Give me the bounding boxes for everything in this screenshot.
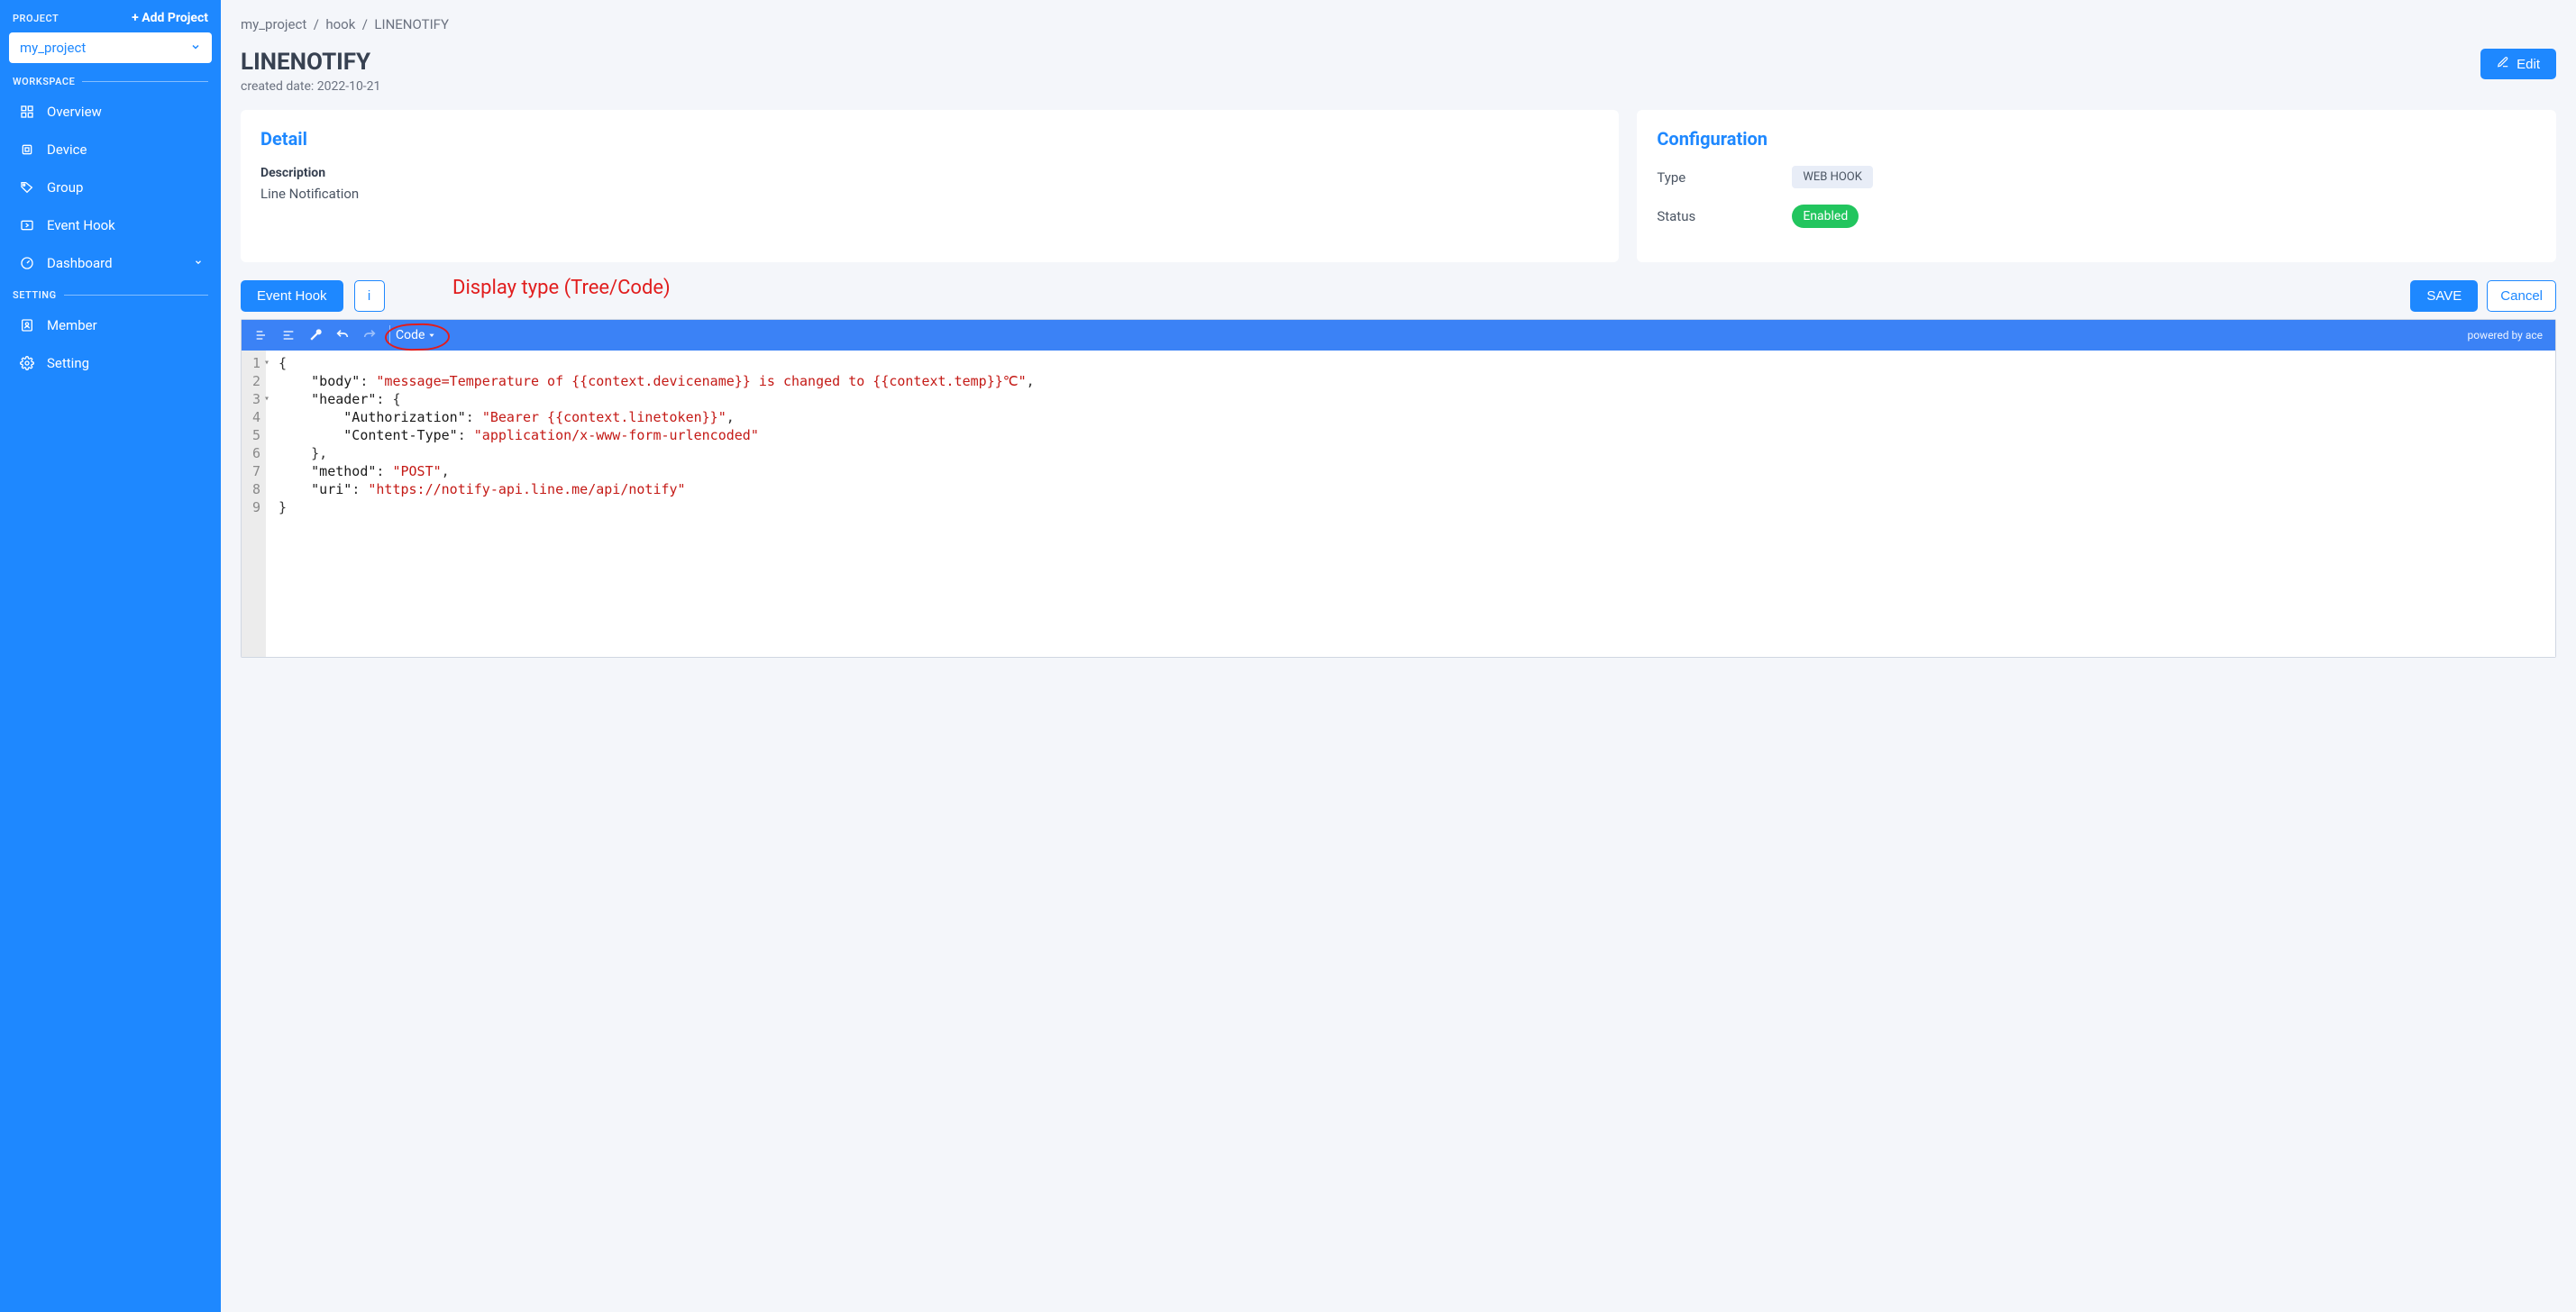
detail-card: Detail Description Line Notification <box>241 110 1619 262</box>
sidebar-item-label: Setting <box>47 355 89 371</box>
type-badge: WEB HOOK <box>1792 166 1873 188</box>
sidebar-item-member[interactable]: Member <box>9 306 212 344</box>
sidebar-item-label: Event Hook <box>47 217 115 233</box>
description-label: Description <box>260 166 1599 180</box>
collapse-all-icon[interactable] <box>281 328 296 342</box>
caret-down-icon <box>428 328 435 342</box>
expand-all-icon[interactable] <box>254 328 269 342</box>
edit-button[interactable]: Edit <box>2480 49 2556 79</box>
event-hook-button[interactable]: Event Hook <box>241 280 343 312</box>
gear-icon <box>18 356 36 370</box>
detail-title: Detail <box>260 128 1599 150</box>
user-icon <box>18 318 36 333</box>
chevron-down-icon <box>190 40 201 56</box>
editor-toolbar: Code powered by ace <box>242 320 2555 351</box>
sidebar-item-setting[interactable]: Setting <box>9 344 212 382</box>
config-title: Configuration <box>1657 128 2536 150</box>
sidebar-item-group[interactable]: Group <box>9 169 212 206</box>
sidebar-item-label: Overview <box>47 104 102 120</box>
powered-by-label: powered by ace <box>2467 329 2543 342</box>
breadcrumb-sep: / <box>359 16 374 32</box>
description-text: Line Notification <box>260 186 1599 202</box>
tag-icon <box>18 180 36 195</box>
project-select[interactable]: my_project <box>9 32 212 63</box>
add-project-button[interactable]: + Add Project <box>132 11 208 25</box>
chip-icon <box>18 142 36 157</box>
sidebar-item-label: Dashboard <box>47 255 113 271</box>
sidebar-item-label: Member <box>47 317 97 333</box>
info-button[interactable]: i <box>354 280 385 312</box>
created-date: created date: 2022-10-21 <box>241 79 380 94</box>
config-status-label: Status <box>1657 208 1792 224</box>
save-button[interactable]: SAVE <box>2410 280 2478 312</box>
sidebar-item-event-hook[interactable]: Event Hook <box>9 206 212 244</box>
status-badge: Enabled <box>1792 205 1859 228</box>
code-area[interactable]: 1▾ 2 3▾ 4 5 6 7 8 9 { "body": "message=T… <box>242 351 2555 657</box>
wrench-icon[interactable] <box>308 328 323 342</box>
code-editor: Code powered by ace 1▾ 2 3▾ 4 5 6 7 <box>241 319 2556 658</box>
redo-icon[interactable] <box>362 328 377 342</box>
sidebar-item-dashboard[interactable]: Dashboard <box>9 244 212 282</box>
code-lines[interactable]: { "body": "message=Temperature of {{cont… <box>266 351 1042 657</box>
hook-icon <box>18 218 36 232</box>
undo-icon[interactable] <box>335 328 350 342</box>
breadcrumb-item[interactable]: hook <box>325 16 355 32</box>
breadcrumb-sep: / <box>310 16 325 32</box>
breadcrumb: my_project / hook / LINENOTIFY <box>241 16 2556 32</box>
display-mode-select[interactable]: Code <box>396 328 435 342</box>
config-type-label: Type <box>1657 169 1792 186</box>
main-content: my_project / hook / LINENOTIFY LINENOTIF… <box>221 0 2576 1312</box>
breadcrumb-item[interactable]: my_project <box>241 16 306 32</box>
sidebar: PROJECT + Add Project my_project WORKSPA… <box>0 0 221 1312</box>
annotation-label: Display type (Tree/Code) <box>452 277 671 299</box>
project-select-value: my_project <box>20 40 86 56</box>
toolbar-separator <box>389 325 390 345</box>
cancel-button[interactable]: Cancel <box>2487 280 2556 312</box>
breadcrumb-item: LINENOTIFY <box>374 16 449 32</box>
project-label: PROJECT <box>13 13 59 24</box>
sidebar-item-overview[interactable]: Overview <box>9 93 212 131</box>
config-card: Configuration Type WEB HOOK Status Enabl… <box>1637 110 2556 262</box>
line-gutter: 1▾ 2 3▾ 4 5 6 7 8 9 <box>242 351 266 657</box>
sidebar-item-device[interactable]: Device <box>9 131 212 169</box>
pencil-icon <box>2497 56 2509 72</box>
sidebar-item-label: Group <box>47 179 83 196</box>
page-title: LINENOTIFY <box>241 49 380 76</box>
chevron-down-icon <box>194 257 203 269</box>
gauge-icon <box>18 256 36 270</box>
workspace-label: WORKSPACE <box>13 76 208 87</box>
display-mode-value: Code <box>396 328 425 342</box>
grid-icon <box>18 105 36 119</box>
sidebar-item-label: Device <box>47 141 87 158</box>
edit-button-label: Edit <box>2517 57 2540 72</box>
setting-label: SETTING <box>13 289 208 301</box>
